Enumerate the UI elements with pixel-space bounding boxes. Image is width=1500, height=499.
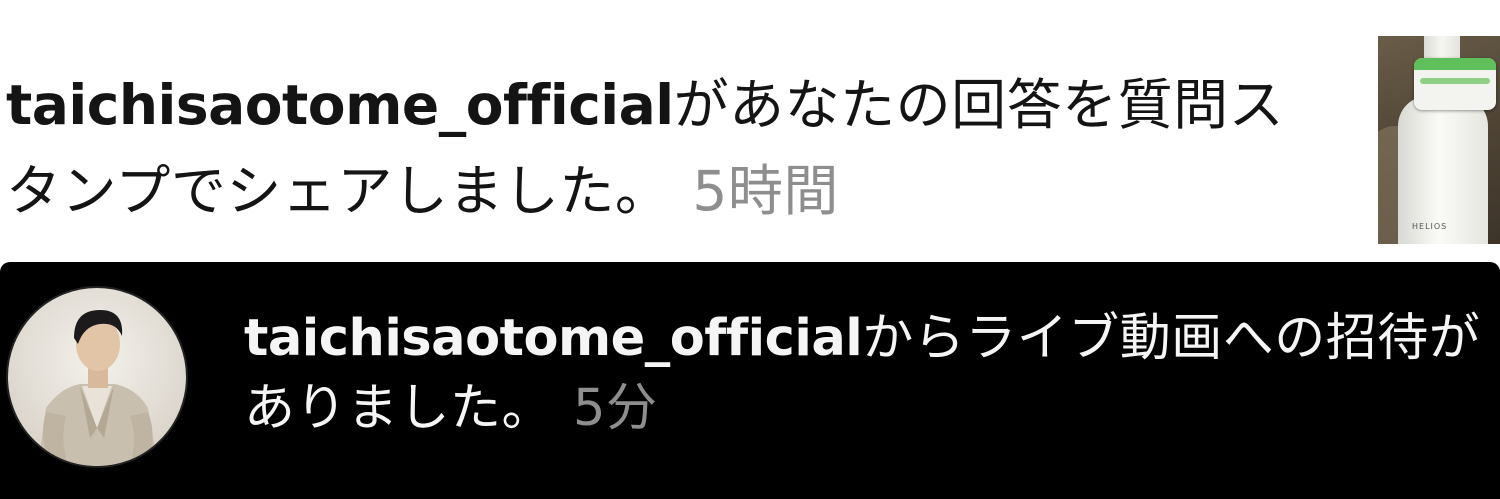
notification-live-invite[interactable]: taichisaotome_officialからライブ動画への招待がありました。… <box>0 262 1500 499</box>
notification-answer-shared[interactable]: taichisaotome_officialがあなたの回答を質問スタンプでシェア… <box>0 0 1500 262</box>
notification-text: taichisaotome_officialからライブ動画への招待がありました。… <box>244 304 1500 444</box>
story-thumbnail[interactable]: HELIOS <box>1378 36 1500 244</box>
question-sticker-answer <box>1420 78 1490 84</box>
profile-avatar[interactable] <box>6 286 188 468</box>
question-sticker <box>1414 58 1496 110</box>
person-icon <box>38 310 158 466</box>
notification-text: taichisaotome_officialがあなたの回答を質問スタンプでシェア… <box>6 62 1326 234</box>
username-link[interactable]: taichisaotome_official <box>6 73 674 137</box>
bottle-label: HELIOS <box>1412 222 1448 231</box>
username-link[interactable]: taichisaotome_official <box>244 309 863 368</box>
question-sticker-header <box>1414 58 1496 70</box>
notification-timestamp: 5分 <box>573 379 658 438</box>
notification-timestamp: 5時間 <box>692 159 839 223</box>
